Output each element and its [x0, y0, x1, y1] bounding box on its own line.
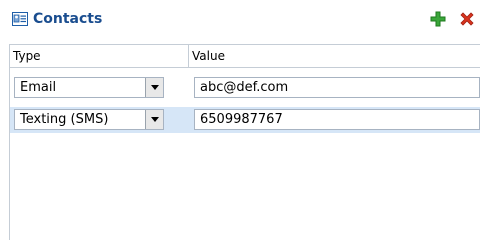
table-row[interactable]: Email abc@def.com [10, 75, 480, 101]
table-header-row: Type Value [10, 45, 480, 67]
contacts-card-icon [12, 12, 28, 26]
dropdown-button[interactable] [145, 110, 163, 129]
type-select-value: Email [20, 80, 57, 95]
type-select[interactable]: Texting (SMS) [14, 109, 164, 130]
add-plus-icon[interactable] [429, 10, 447, 28]
type-select-value: Texting (SMS) [20, 112, 109, 127]
value-input[interactable]: 6509987767 [194, 109, 480, 130]
column-header-value[interactable]: Value [189, 45, 480, 67]
value-input-text: 6509987767 [200, 112, 283, 127]
header-divider [10, 67, 480, 68]
value-input[interactable]: abc@def.com [194, 77, 480, 98]
delete-x-icon[interactable] [458, 10, 476, 28]
chevron-down-icon [151, 117, 159, 122]
type-select[interactable]: Email [14, 77, 164, 98]
contacts-table: Type Value Email abc@def.com Texting (SM… [9, 44, 480, 240]
panel-title: Contacts [33, 11, 103, 27]
column-header-type[interactable]: Type [10, 45, 189, 67]
dropdown-button[interactable] [145, 78, 163, 97]
table-row-selected[interactable]: Texting (SMS) 6509987767 [10, 107, 480, 133]
chevron-down-icon [151, 85, 159, 90]
panel-header: Contacts [0, 0, 480, 40]
value-input-text: abc@def.com [200, 80, 289, 95]
